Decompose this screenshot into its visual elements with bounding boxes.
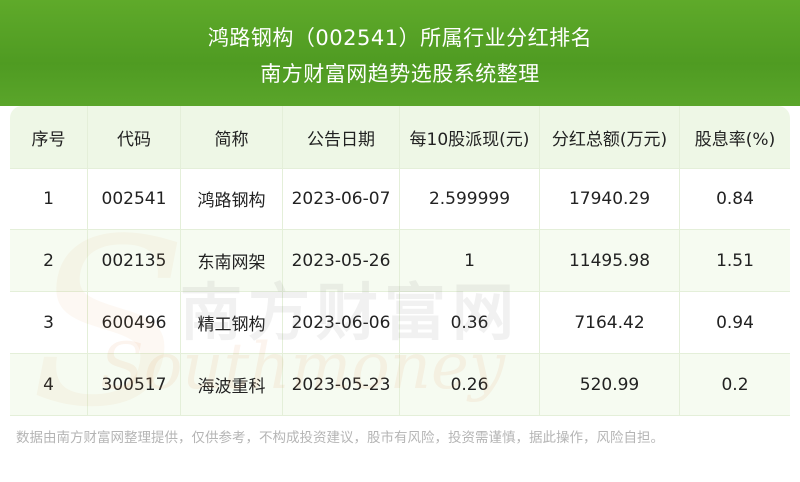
cell-total: 11495.98 (540, 230, 680, 291)
cell-total: 520.99 (540, 354, 680, 415)
cell-total: 17940.29 (540, 168, 680, 229)
page-subtitle: 南方财富网趋势选股系统整理 (260, 62, 540, 86)
cell-payout: 2.599999 (400, 168, 540, 229)
page-title: 鸿路钢构（002541）所属行业分红排名 (207, 26, 593, 50)
cell-yield: 0.2 (721, 374, 749, 395)
footer: 数据由南方财富网整理提供，仅供参考，不构成投资建议，股市有风险，投资需谨慎，据此… (0, 416, 800, 482)
cell-yield: 0.94 (716, 312, 754, 333)
column-header-code: 代码 (88, 106, 181, 168)
cell-payout: 0.26 (400, 354, 540, 415)
column-header-date: 公告日期 (283, 106, 400, 168)
cell-date: 2023-06-06 (283, 292, 400, 353)
cell-payout: 0.36 (400, 292, 540, 353)
column-header-payout-per-10: 每10股派现(元) (400, 106, 540, 168)
cell-date: 2023-05-23 (283, 354, 400, 415)
cell-yield: 0.84 (716, 188, 754, 209)
cell-name: 东南网架 (181, 230, 283, 291)
header-banner: 鸿路钢构（002541）所属行业分红排名 南方财富网趋势选股系统整理 (0, 0, 800, 106)
column-header-total-dividend: 分红总额(万元) (540, 106, 680, 168)
column-header-index: 序号 (10, 106, 88, 168)
cell-name: 海波重科 (181, 354, 283, 415)
column-header-name: 简称 (181, 106, 283, 168)
cell-date: 2023-05-26 (283, 230, 400, 291)
cell-total: 7164.42 (540, 292, 680, 353)
watermark-logo-icon: S (30, 191, 188, 458)
cell-date: 2023-06-07 (283, 168, 400, 229)
cell-name: 精工钢构 (181, 292, 283, 353)
cell-yield: 1.51 (716, 250, 754, 271)
disclaimer-text: 数据由南方财富网整理提供，仅供参考，不构成投资建议，股市有风险，投资需谨慎，据此… (16, 430, 664, 446)
column-header-yield: 股息率(%) (694, 129, 776, 150)
table-header-row: 序号 代码 简称 公告日期 每10股派现(元) 分红总额(万元) 股息率(%) (10, 106, 790, 169)
cell-payout: 1 (400, 230, 540, 291)
cell-name: 鸿路钢构 (181, 168, 283, 229)
